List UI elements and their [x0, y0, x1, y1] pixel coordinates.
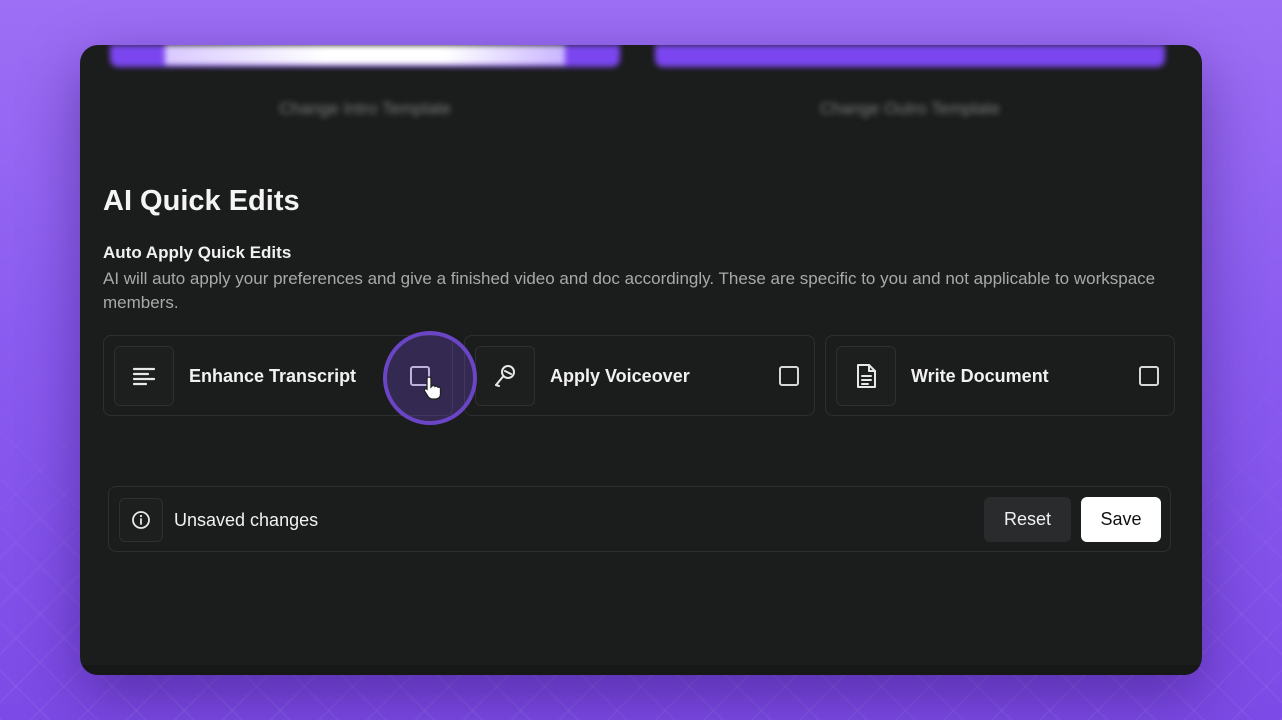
enhance-transcript-checkbox[interactable]	[410, 366, 430, 386]
intro-template-card[interactable]: Change Intro Template	[110, 45, 620, 141]
info-icon	[119, 498, 163, 542]
template-strip: Change Intro Template Change Outro Templ…	[80, 45, 1202, 145]
option-label: Apply Voiceover	[550, 366, 690, 386]
option-card-enhance-transcript[interactable]: Enhance Transcript	[103, 335, 453, 416]
text-lines-icon	[114, 346, 174, 406]
intro-template-preview	[110, 45, 620, 67]
option-label: Enhance Transcript	[189, 366, 357, 386]
unsaved-changes-label: Unsaved changes	[174, 510, 319, 530]
save-button[interactable]: Save	[1081, 497, 1161, 542]
option-label: Write Document	[911, 366, 1049, 386]
outro-template-caption[interactable]: Change Outro Template	[655, 99, 1165, 119]
option-card-apply-voiceover[interactable]: Apply Voiceover	[464, 335, 815, 416]
outro-template-card[interactable]: Change Outro Template	[655, 45, 1165, 141]
settings-panel: Change Intro Template Change Outro Templ…	[80, 45, 1202, 675]
apply-voiceover-checkbox[interactable]	[779, 366, 799, 386]
section-subtitle: Auto Apply Quick Edits	[103, 243, 292, 262]
microphone-icon	[475, 346, 535, 406]
section-description: AI will auto apply your preferences and …	[103, 269, 1156, 312]
panel-bottom-edge	[80, 665, 1202, 675]
option-card-write-document[interactable]: Write Document	[825, 335, 1175, 416]
outro-template-preview	[655, 45, 1165, 67]
document-icon	[836, 346, 896, 406]
save-bar: Unsaved changes Reset Save	[108, 486, 1171, 552]
intro-template-caption[interactable]: Change Intro Template	[110, 99, 620, 119]
section-title: AI Quick Edits	[103, 185, 300, 217]
write-document-checkbox[interactable]	[1139, 366, 1159, 386]
reset-button[interactable]: Reset	[984, 497, 1071, 542]
